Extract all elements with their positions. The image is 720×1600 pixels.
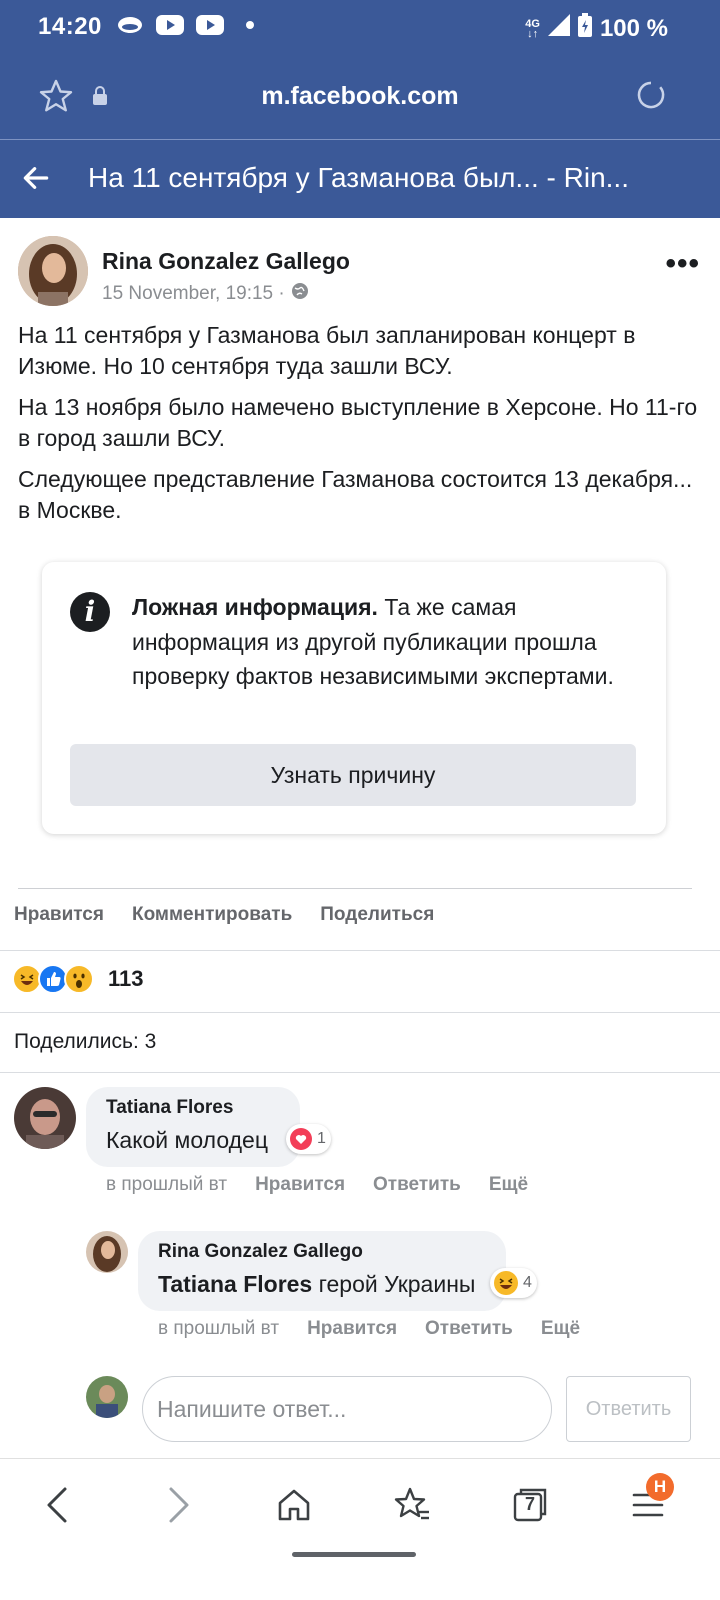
signal-icon (547, 14, 570, 43)
forward-icon[interactable] (154, 1481, 202, 1529)
home-icon[interactable] (270, 1481, 318, 1529)
shares-count[interactable]: Поделились: 3 (14, 1030, 156, 1054)
reply-like-button[interactable]: Нравится (307, 1318, 397, 1340)
more-options-icon[interactable]: ••• (665, 249, 700, 279)
divider (0, 1012, 720, 1013)
love-reaction-icon (290, 1128, 312, 1150)
back-icon[interactable] (34, 1481, 82, 1529)
comment-author[interactable]: Tatiana Flores (106, 1097, 233, 1119)
fact-check-text: Ложная информация. Та же самая информаци… (132, 590, 652, 694)
post-meta: 15 November, 19:15 · (102, 282, 309, 306)
reload-icon[interactable] (634, 78, 668, 117)
fact-check-title: Ложная информация. (132, 594, 378, 620)
comment-more-button[interactable]: Ещё (489, 1174, 528, 1196)
reply-submit-button[interactable]: Ответить (566, 1376, 691, 1442)
post-timestamp[interactable]: 15 November, 19:15 · (102, 283, 285, 305)
reactions-summary[interactable]: 113 (12, 964, 144, 994)
reply-reply-button[interactable]: Ответить (425, 1318, 513, 1340)
reply-mention[interactable]: Tatiana Flores (158, 1271, 312, 1297)
post-actions: Нравится Комментировать Поделиться (14, 904, 434, 926)
youtube-icon (156, 14, 184, 36)
reply-author[interactable]: Rina Gonzalez Gallego (158, 1241, 363, 1263)
wow-reaction-icon (64, 964, 94, 994)
back-arrow-icon[interactable] (20, 162, 52, 199)
reply-time: в прошлый вт (158, 1318, 280, 1339)
divider (0, 950, 720, 951)
current-user-avatar (86, 1376, 128, 1418)
comment-actions: в прошлый вт Нравится Ответить Ещё (106, 1174, 528, 1196)
reply-reactions[interactable]: 4 (490, 1268, 537, 1298)
status-bar: 14:20 4G ↓↑ 100 % (0, 0, 720, 56)
reply-text-body: герой Украины (312, 1271, 476, 1297)
comment-reply-button[interactable]: Ответить (373, 1174, 461, 1196)
comment-time: в прошлый вт (106, 1174, 228, 1195)
divider (0, 1072, 720, 1073)
post-header: Rina Gonzalez Gallego 15 November, 19:15… (18, 236, 708, 308)
info-icon: i (70, 592, 110, 632)
comment-text: Какой молодец (106, 1127, 268, 1153)
reply-actions: в прошлый вт Нравится Ответить Ещё (158, 1318, 580, 1340)
youtube-icon (196, 14, 224, 36)
share-button[interactable]: Поделиться (320, 904, 434, 926)
post-author[interactable]: Rina Gonzalez Gallego (102, 248, 350, 275)
post-paragraph: На 11 сентября у Газманова был запланиро… (18, 322, 636, 379)
notification-icons (116, 14, 264, 36)
tabs-count: 7 (524, 1494, 535, 1514)
gesture-bar[interactable] (292, 1552, 416, 1557)
fact-check-card: i Ложная информация. Та же самая информа… (42, 562, 666, 834)
reply-author-avatar[interactable] (86, 1231, 128, 1273)
battery-icon (577, 13, 592, 44)
post-body: На 11 сентября у Газманова был запланиро… (18, 320, 698, 536)
dot-icon (236, 14, 264, 36)
page-header: На 11 сентября у Газманова был... - Rin.… (0, 140, 720, 218)
post-paragraph: Следующее представление Газманова состои… (18, 466, 693, 523)
divider (18, 888, 692, 889)
see-why-button[interactable]: Узнать причину (70, 744, 636, 806)
status-time: 14:20 (38, 13, 102, 40)
cloud-icon (116, 14, 144, 36)
reply-reaction-count: 4 (523, 1274, 532, 1291)
menu-badge: H (646, 1473, 674, 1501)
tabs-icon[interactable]: 7 (506, 1481, 554, 1529)
comment-reactions[interactable]: 1 (286, 1124, 331, 1154)
comment-reaction-count: 1 (317, 1130, 326, 1147)
url-bar[interactable]: m.facebook.com (0, 82, 720, 111)
browser-bar: m.facebook.com (0, 56, 720, 140)
globe-icon (291, 282, 309, 306)
bookmarks-icon[interactable] (388, 1481, 436, 1529)
author-avatar[interactable] (18, 236, 88, 306)
post-paragraph: На 13 ноября было намечено выступление в… (18, 394, 698, 451)
network-type: 4G ↓↑ (525, 17, 540, 40)
like-button[interactable]: Нравится (14, 904, 104, 926)
haha-reaction-icon (494, 1271, 518, 1295)
comment-like-button[interactable]: Нравится (255, 1174, 345, 1196)
comment-button[interactable]: Комментировать (132, 904, 292, 926)
reply-text: Tatiana Flores герой Украины (158, 1271, 475, 1298)
reply-input[interactable]: Напишите ответ... (142, 1376, 552, 1442)
battery-level: 100 % (599, 14, 668, 42)
browser-bottom-nav: 7 H (0, 1458, 720, 1600)
status-right: 4G ↓↑ 100 % (525, 13, 668, 44)
page-title: На 11 сентября у Газманова был... - Rin.… (88, 162, 629, 193)
reply-more-button[interactable]: Ещё (541, 1318, 580, 1340)
commenter-avatar[interactable] (14, 1087, 76, 1149)
reactions-count: 113 (108, 966, 144, 991)
